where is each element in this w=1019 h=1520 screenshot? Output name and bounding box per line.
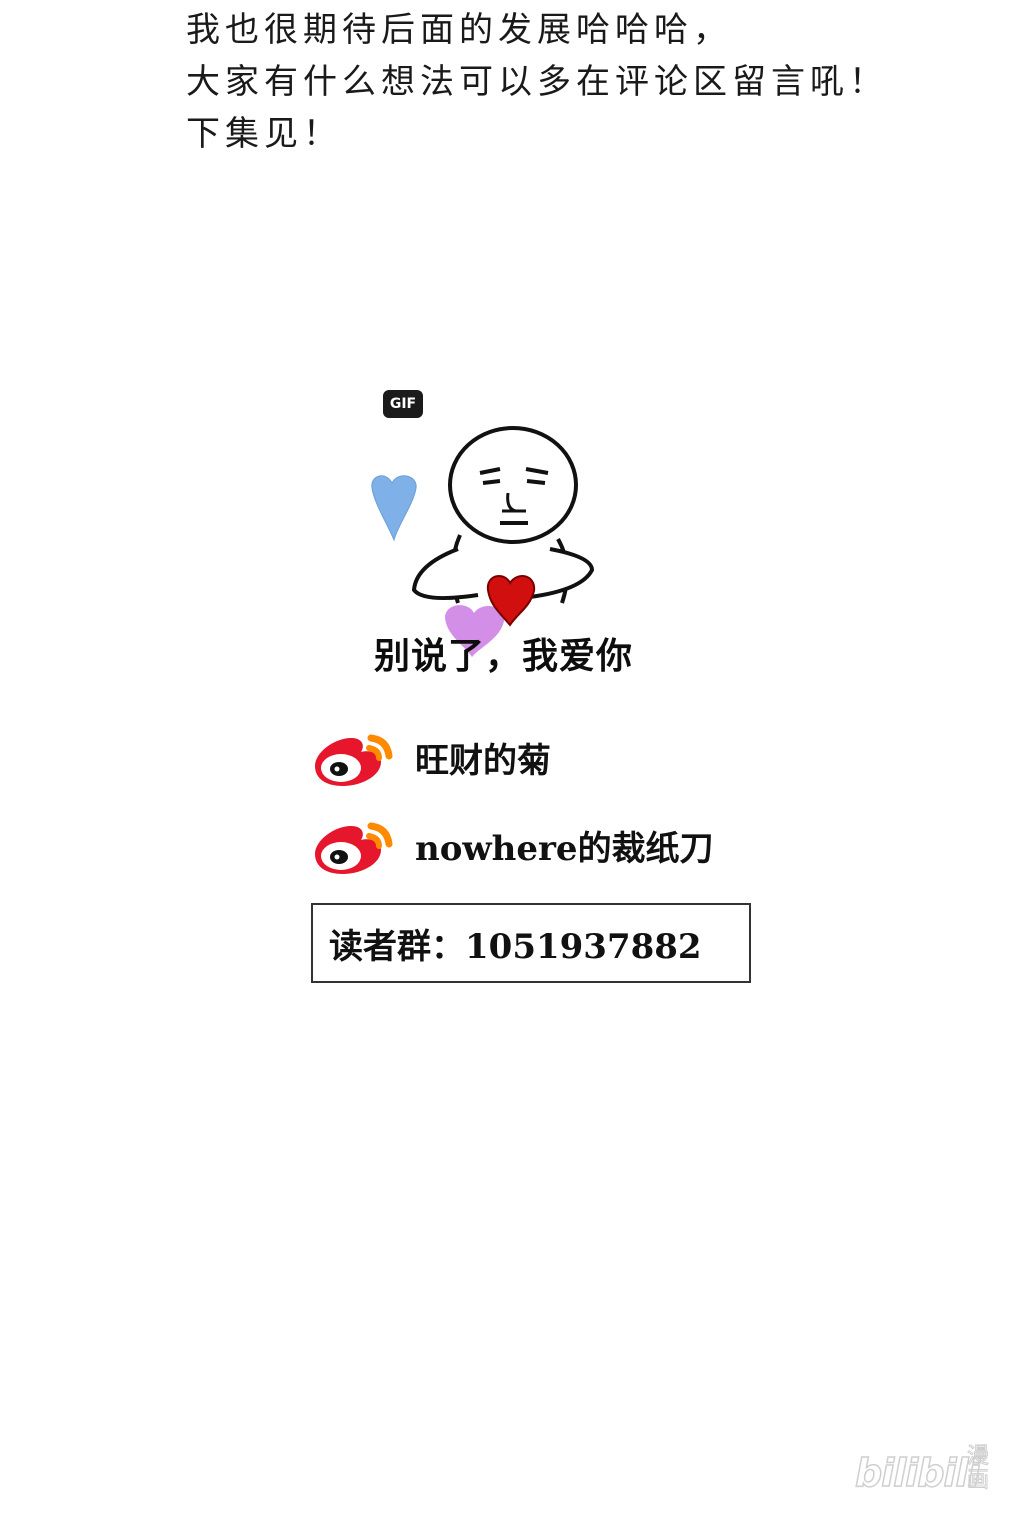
weibo-handle[interactable]: nowhere的裁纸刀: [415, 821, 714, 870]
blue-heart-icon: [371, 475, 417, 542]
note-line-2: 大家有什么想法可以多在评论区留言吼！: [186, 62, 888, 102]
weibo-icon: [315, 734, 393, 786]
weibo-account-1[interactable]: 旺财的菊: [305, 722, 551, 792]
weibo-icon: [315, 822, 393, 874]
reader-group-text: 读者群：1051937882: [329, 926, 702, 967]
note-line-1: 我也很期待后面的发展哈哈哈，: [186, 10, 732, 50]
meme-gif: GIF 别说了，我爱你: [350, 385, 670, 685]
weibo-handle[interactable]: 旺财的菊: [415, 733, 551, 782]
meme-caption: 别说了，我爱你: [374, 636, 634, 677]
note-line-3: 下集见！: [186, 114, 342, 154]
bilibili-manga-watermark: bilibili 漫画: [854, 1444, 995, 1500]
gif-badge: GIF: [383, 390, 423, 418]
weibo-account-2[interactable]: nowhere的裁纸刀: [305, 810, 714, 880]
watermark-manga-text: 漫画: [967, 1444, 990, 1493]
watermark-logo-text: bilibili: [854, 1450, 981, 1496]
reader-group-box: 读者群：1051937882: [311, 903, 751, 983]
author-note: 我也很期待后面的发展哈哈哈， 大家有什么想法可以多在评论区留言吼！ 下集见！: [186, 4, 986, 160]
